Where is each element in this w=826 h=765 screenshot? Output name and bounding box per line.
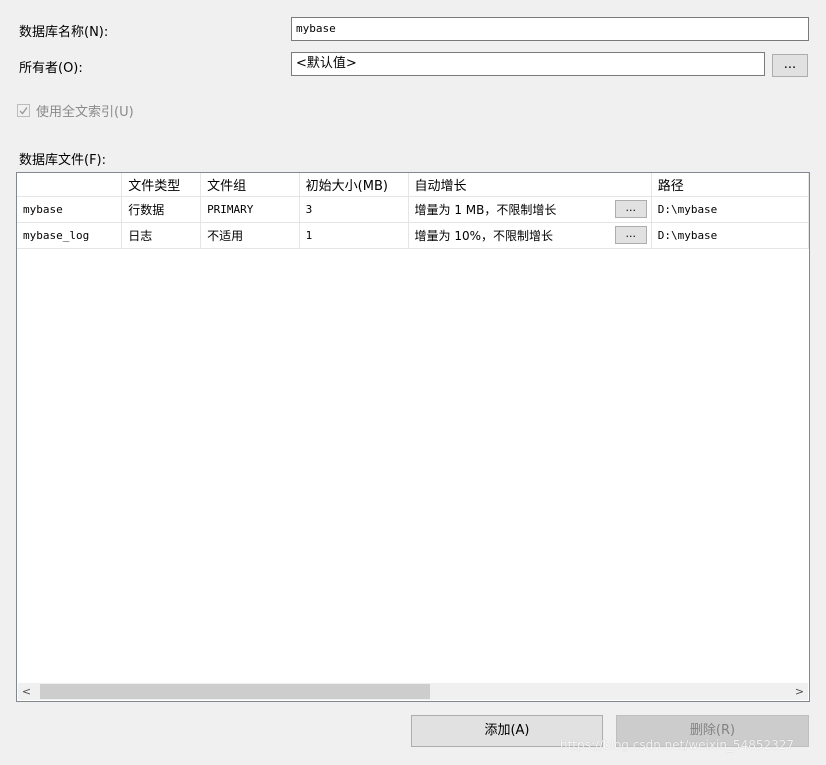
col-header-initial-size[interactable]: 初始大小(MB) — [299, 173, 409, 197]
db-name-label: 数据库名称(N): — [19, 25, 109, 40]
col-header-autogrowth[interactable]: 自动增长 — [408, 173, 652, 197]
cell-logical-name[interactable]: mybase — [17, 196, 123, 223]
cell-file-type[interactable]: 行数据 — [121, 196, 202, 223]
check-mark-icon — [19, 107, 28, 115]
cell-path[interactable]: D:\mybase — [651, 196, 809, 223]
cell-autogrowth[interactable]: 增量为 10%，不限制增长 ... — [408, 222, 652, 249]
scroll-left-icon[interactable]: < — [18, 683, 35, 700]
cell-initial-size[interactable]: 3 — [299, 196, 409, 223]
col-header-name[interactable] — [17, 173, 123, 197]
db-files-label: 数据库文件(F): — [19, 153, 107, 168]
autogrowth-text: 增量为 1 MB，不限制增长 — [414, 203, 557, 217]
table-row[interactable]: mybase 行数据 PRIMARY 3 增量为 1 MB，不限制增长 ... … — [17, 196, 809, 223]
cell-filegroup[interactable]: PRIMARY — [200, 196, 300, 223]
db-name-input[interactable]: mybase — [291, 17, 809, 41]
scroll-right-icon[interactable]: > — [791, 683, 808, 700]
cell-autogrowth[interactable]: 增量为 1 MB，不限制增长 ... — [408, 196, 652, 223]
cell-path[interactable]: D:\mybase — [651, 222, 809, 249]
horizontal-scrollbar[interactable]: < > — [18, 683, 808, 700]
autogrowth-browse-button[interactable]: ... — [614, 226, 647, 244]
autogrowth-browse-button[interactable]: ... — [614, 200, 647, 218]
cell-initial-size[interactable]: 1 — [299, 222, 409, 249]
owner-label: 所有者(O): — [19, 61, 83, 76]
owner-browse-button[interactable]: ... — [772, 54, 808, 77]
db-files-grid[interactable]: 文件类型 文件组 初始大小(MB) 自动增长 路径 mybase 行数据 PRI… — [16, 172, 810, 702]
col-header-filegroup[interactable]: 文件组 — [200, 173, 300, 197]
grid-header-row: 文件类型 文件组 初始大小(MB) 自动增长 路径 — [17, 173, 809, 197]
watermark: https://blog.csdn.net/weixin_54852327 — [560, 738, 795, 752]
owner-input[interactable]: <默认值> — [291, 52, 765, 76]
cell-file-type[interactable]: 日志 — [121, 222, 202, 249]
cell-logical-name[interactable]: mybase_log — [17, 222, 123, 249]
col-header-type[interactable]: 文件类型 — [121, 173, 202, 197]
fulltext-label: 使用全文索引(U) — [36, 105, 134, 120]
cell-filegroup[interactable]: 不适用 — [200, 222, 300, 249]
autogrowth-text: 增量为 10%，不限制增长 — [414, 229, 554, 243]
db-files-table: 文件类型 文件组 初始大小(MB) 自动增长 路径 mybase 行数据 PRI… — [17, 173, 809, 249]
table-row[interactable]: mybase_log 日志 不适用 1 增量为 10%，不限制增长 ... D:… — [17, 222, 809, 249]
scrollbar-thumb[interactable] — [40, 684, 430, 699]
fulltext-checkbox[interactable] — [17, 104, 30, 117]
col-header-path[interactable]: 路径 — [651, 173, 809, 197]
fulltext-checkbox-row[interactable]: 使用全文索引(U) — [17, 101, 134, 120]
